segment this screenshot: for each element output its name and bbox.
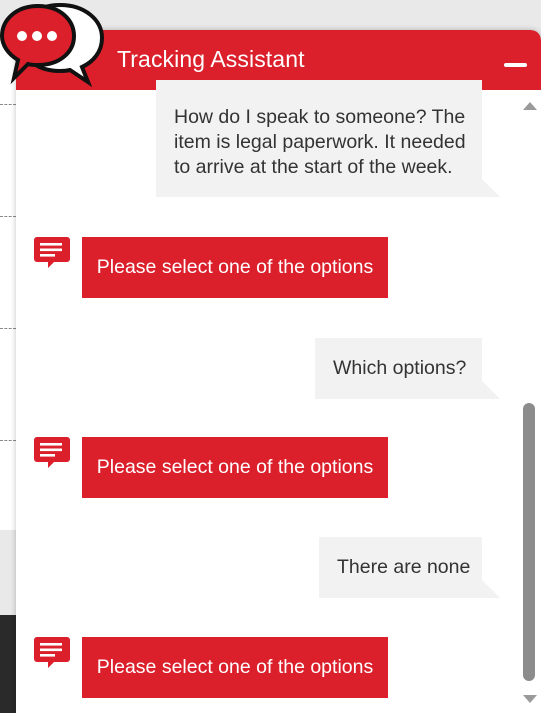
bot-message: Please select one of the options xyxy=(82,437,388,498)
chat-message-icon xyxy=(34,637,70,668)
message-text: There are none xyxy=(337,556,471,578)
chat-widget: Tracking Assistant How do I speak to som… xyxy=(16,30,541,713)
background-divider xyxy=(0,328,16,329)
message-list: How do I speak to someone? The item is l… xyxy=(16,80,516,713)
chat-bubbles-icon xyxy=(0,2,105,88)
background-divider xyxy=(0,216,16,217)
bot-message: Please select one of the options xyxy=(82,637,388,698)
user-message: There are none xyxy=(319,537,500,598)
minimize-icon xyxy=(504,63,527,67)
scroll-up-arrow-icon[interactable] xyxy=(523,102,537,110)
header-title: Tracking Assistant xyxy=(117,46,305,72)
message-line: item is legal paperwork. It needed xyxy=(174,131,466,153)
user-message: Which options? xyxy=(315,338,500,399)
scroll-down-arrow-icon[interactable] xyxy=(523,695,537,703)
message-line: to arrive at the start of the week. xyxy=(174,156,453,178)
background-divider xyxy=(0,104,16,105)
minimize-button[interactable] xyxy=(497,50,533,76)
chat-message-icon xyxy=(34,237,70,268)
message-line: How do I speak to someone? The xyxy=(174,106,466,128)
user-message: How do I speak to someone? The item is l… xyxy=(156,80,500,197)
chat-message-icon xyxy=(34,437,70,468)
background-divider xyxy=(0,440,16,441)
scroll-thumb[interactable] xyxy=(523,403,535,681)
message-text: Which options? xyxy=(333,357,467,379)
bot-message: Please select one of the options xyxy=(82,237,388,298)
scrollbar[interactable] xyxy=(516,90,541,713)
